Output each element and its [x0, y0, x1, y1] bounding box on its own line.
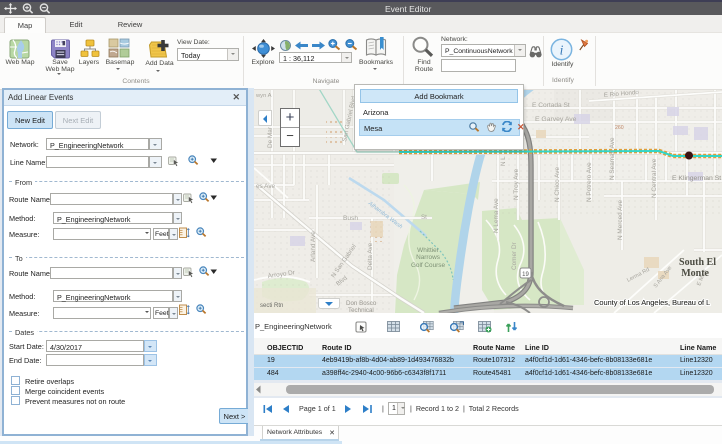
svg-text:N Troy Ave: N Troy Ave: [513, 168, 520, 200]
svg-text:wyn A: wyn A: [255, 93, 272, 99]
svg-text:N Central Ave: N Central Ave: [651, 158, 658, 198]
svg-text:N Lema Ave: N Lema Ave: [493, 198, 500, 233]
svg-text:Golf Course: Golf Course: [411, 262, 446, 269]
svg-text:N Potrero Ave: N Potrero Ave: [586, 162, 593, 202]
svg-text:N Merced Ave: N Merced Ave: [617, 200, 624, 240]
svg-text:es Ave: es Ave: [256, 183, 276, 190]
svg-text:E Klingerman St: E Klingerman St: [672, 175, 721, 182]
svg-text:South El: South El: [679, 257, 716, 268]
svg-text:N Seaman Ave: N Seaman Ave: [609, 137, 616, 180]
svg-text:N L: N L: [500, 156, 507, 166]
svg-text:Narrows: Narrows: [416, 254, 440, 261]
svg-text:19: 19: [522, 272, 529, 278]
svg-text:Whittier: Whittier: [417, 247, 440, 254]
svg-text:N Chico Ave: N Chico Ave: [554, 167, 561, 202]
svg-text:i: i: [560, 43, 564, 58]
svg-text:County of Los Angeles, Bureau: County of Los Angeles, Bureau of L: [594, 298, 710, 307]
svg-text:Don Bosco: Don Bosco: [346, 300, 377, 307]
svg-text:Arland Ave: Arland Ave: [310, 231, 317, 262]
svg-text:Comer Dr: Comer Dr: [511, 241, 518, 270]
svg-text:secti Rtn: secti Rtn: [260, 303, 283, 309]
svg-text:Monte: Monte: [681, 268, 709, 279]
svg-text:St: St: [421, 214, 427, 221]
svg-text:Delta Ave: Delta Ave: [367, 242, 374, 270]
svg-text:260: 260: [615, 125, 624, 131]
svg-text:Bush: Bush: [343, 215, 358, 222]
svg-text:E Garvey Ave: E Garvey Ave: [535, 116, 577, 123]
svg-text:E Cortada St: E Cortada St: [532, 102, 570, 109]
